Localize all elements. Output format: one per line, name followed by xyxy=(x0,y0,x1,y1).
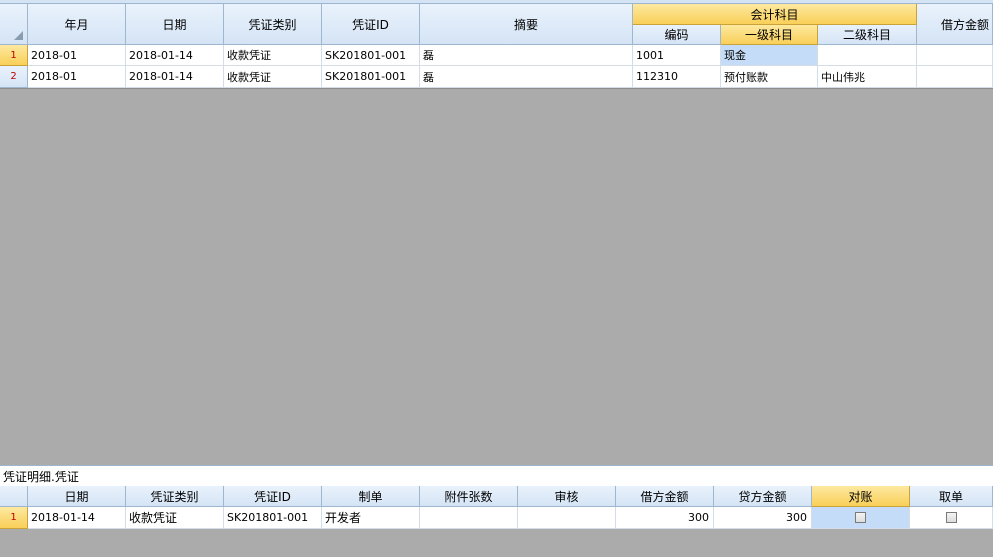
detail-cell-date[interactable]: 2018-01-14 xyxy=(28,507,126,529)
cell-level1-subject[interactable]: 现金 xyxy=(721,45,818,66)
detail-cell-cancel[interactable] xyxy=(910,507,993,529)
detail-col-header-voucher-id[interactable]: 凭证ID xyxy=(224,486,322,507)
cell-debit[interactable] xyxy=(917,45,993,66)
cell-date[interactable]: 2018-01-14 xyxy=(126,66,224,88)
select-all-icon xyxy=(14,31,23,40)
col-header-month[interactable]: 年月 xyxy=(28,4,126,45)
cell-month[interactable]: 2018-01 xyxy=(28,45,126,66)
cell-voucher-id[interactable]: SK201801-001 xyxy=(322,66,420,88)
detail-col-header-credit[interactable]: 贷方金额 xyxy=(714,486,812,507)
detail-caption-text: 凭证明细.凭证 xyxy=(3,469,79,484)
detail-caption: 凭证明细.凭证 xyxy=(0,465,993,486)
cell-level2-subject[interactable]: 中山伟兆 xyxy=(818,66,917,88)
col-header-debit[interactable]: 借方金额 xyxy=(917,4,993,45)
detail-col-header-maker[interactable]: 制单 xyxy=(322,486,420,507)
cell-level2-subject[interactable] xyxy=(818,45,917,66)
detail-col-header-voucher-type[interactable]: 凭证类别 xyxy=(126,486,224,507)
col-header-date[interactable]: 日期 xyxy=(126,4,224,45)
col-group-header-accounting-subject[interactable]: 会计科目 xyxy=(633,4,917,25)
cell-summary[interactable]: 磊 xyxy=(420,45,633,66)
cell-level1-subject[interactable]: 预付账款 xyxy=(721,66,818,88)
col-header-level2-subject[interactable]: 二级科目 xyxy=(818,25,917,45)
detail-col-header-date[interactable]: 日期 xyxy=(28,486,126,507)
col-header-voucher-id[interactable]: 凭证ID xyxy=(322,4,420,45)
cell-debit[interactable] xyxy=(917,66,993,88)
detail-cell-credit[interactable]: 300 xyxy=(714,507,812,529)
detail-cell-maker[interactable]: 开发者 xyxy=(322,507,420,529)
cell-code[interactable]: 1001 xyxy=(633,45,721,66)
select-all-corner[interactable] xyxy=(0,4,28,45)
detail-corner[interactable] xyxy=(0,486,28,507)
cell-voucher-id[interactable]: SK201801-001 xyxy=(322,45,420,66)
cell-voucher-type[interactable]: 收款凭证 xyxy=(224,66,322,88)
detail-empty-area xyxy=(0,529,993,557)
detail-col-header-debit[interactable]: 借方金额 xyxy=(616,486,714,507)
detail-col-header-attachments[interactable]: 附件张数 xyxy=(420,486,518,507)
row-number[interactable]: 1 xyxy=(0,45,28,66)
row-number[interactable]: 2 xyxy=(0,66,28,88)
detail-col-header-reconcile[interactable]: 对账 xyxy=(812,486,910,507)
detail-cell-voucher-type[interactable]: 收款凭证 xyxy=(126,507,224,529)
detail-cell-reconcile[interactable] xyxy=(812,507,910,529)
col-header-voucher-type[interactable]: 凭证类别 xyxy=(224,4,322,45)
detail-cell-review[interactable] xyxy=(518,507,616,529)
cell-month[interactable]: 2018-01 xyxy=(28,66,126,88)
col-header-code[interactable]: 编码 xyxy=(633,25,721,45)
detail-cell-voucher-id[interactable]: SK201801-001 xyxy=(224,507,322,529)
cell-date[interactable]: 2018-01-14 xyxy=(126,45,224,66)
col-header-level1-subject[interactable]: 一级科目 xyxy=(721,25,818,45)
cancel-checkbox[interactable] xyxy=(945,512,957,523)
detail-cell-attachments[interactable] xyxy=(420,507,518,529)
detail-cell-debit[interactable]: 300 xyxy=(616,507,714,529)
detail-col-header-cancel[interactable]: 取单 xyxy=(910,486,993,507)
col-header-summary[interactable]: 摘要 xyxy=(420,4,633,45)
cell-code[interactable]: 112310 xyxy=(633,66,721,88)
reconcile-checkbox[interactable] xyxy=(855,512,866,523)
cell-summary[interactable]: 磊 xyxy=(420,66,633,88)
cell-voucher-type[interactable]: 收款凭证 xyxy=(224,45,322,66)
grid-empty-area xyxy=(0,88,993,465)
detail-col-header-review[interactable]: 审核 xyxy=(518,486,616,507)
detail-row-number[interactable]: 1 xyxy=(0,507,28,529)
